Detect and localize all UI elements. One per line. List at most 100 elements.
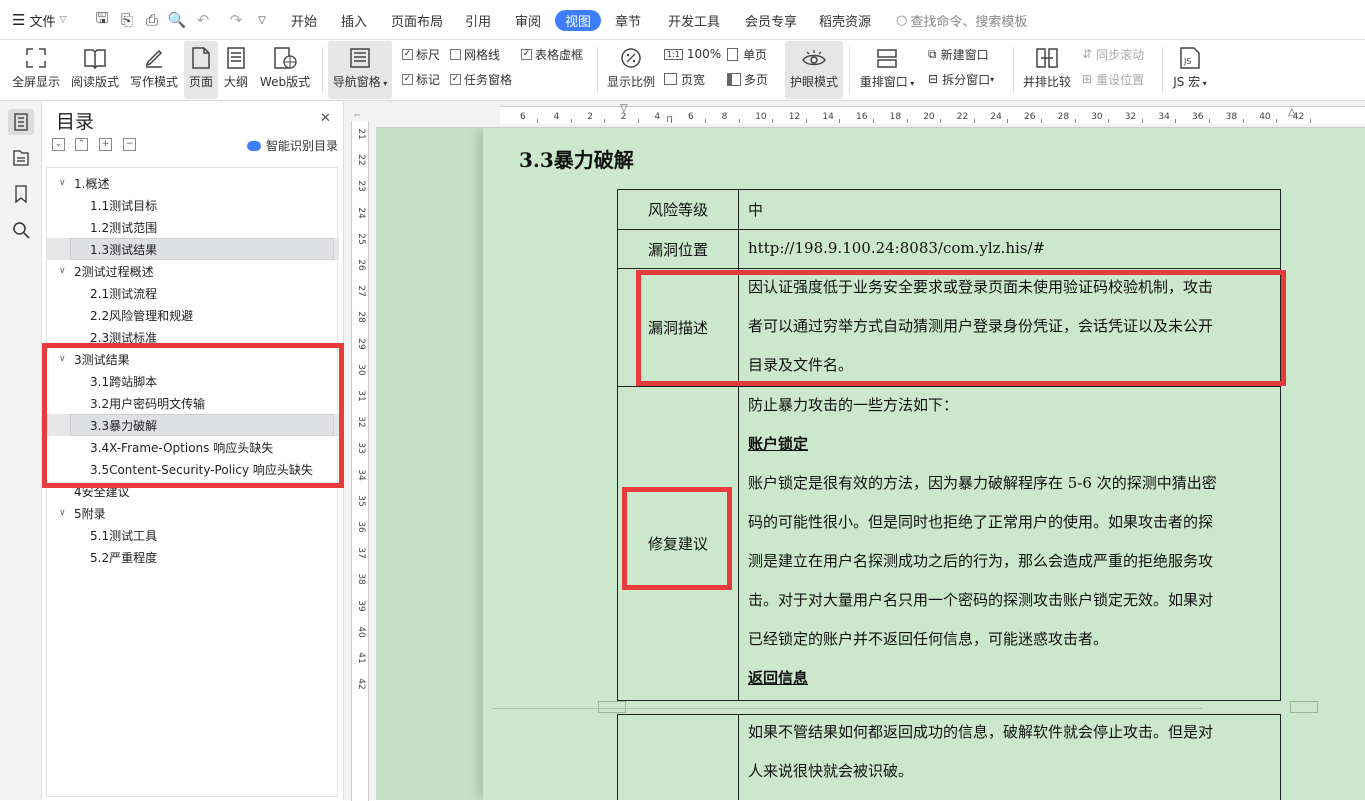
- fix-line: 击。对于对大量用户名只用一个密码的探测攻击账户锁定无效。如果对: [748, 591, 1214, 609]
- chevron-down-icon[interactable]: ∨: [59, 508, 66, 518]
- toc-item[interactable]: 5.2严重程度: [47, 546, 339, 568]
- tab-page-layout[interactable]: 页面布局: [391, 0, 443, 40]
- file-menu[interactable]: ☰ 文件 ▽: [12, 0, 66, 40]
- table-handle-icon[interactable]: [1290, 701, 1318, 713]
- nav-pane-button[interactable]: 导航窗格 ▾: [328, 41, 392, 99]
- ruler-number: 41: [356, 652, 366, 664]
- split-window-button[interactable]: ⊟ 拆分窗口 ▾: [928, 70, 994, 88]
- side-by-side-button[interactable]: 并排比较: [1020, 41, 1074, 99]
- marks-checkbox[interactable]: ✓ 标记: [402, 70, 440, 88]
- new-window-button[interactable]: ⧉ 新建窗口: [928, 45, 989, 63]
- toc-item[interactable]: 2.1测试流程: [47, 282, 339, 304]
- toc-panel-icon[interactable]: [8, 109, 34, 135]
- ribbon-divider: [1162, 47, 1163, 93]
- tab-stop-icon[interactable]: ⊓: [666, 115, 673, 125]
- ruler-checkbox[interactable]: ✓ 标尺: [402, 45, 440, 63]
- checkbox-checked-icon: ✓: [402, 48, 413, 60]
- table-gridlines-checkbox[interactable]: ✓ 表格虚框: [521, 45, 583, 63]
- print-preview-icon[interactable]: 🔍: [167, 0, 187, 40]
- writing-mode-button[interactable]: 写作模式: [128, 41, 180, 99]
- toc-item[interactable]: 1.2测试范围: [47, 216, 339, 238]
- ruler-number: 8: [721, 112, 728, 122]
- js-macro-icon: JS: [1179, 43, 1201, 73]
- ruler-number: 42: [356, 678, 366, 690]
- ruler-number: 21: [356, 128, 366, 140]
- toc-item[interactable]: ∨ 1.概述: [47, 172, 339, 194]
- table-gridlines-label: 表格虚框: [535, 47, 584, 62]
- toc-item[interactable]: ∨ 2测试过程概述: [47, 260, 339, 282]
- tab-developer[interactable]: 开发工具: [668, 0, 720, 40]
- ruler-tick: [839, 119, 841, 123]
- redo-icon[interactable]: ↷: [226, 0, 246, 40]
- eye-protection-button[interactable]: 护眼模式: [785, 41, 843, 99]
- table-border: [617, 714, 618, 800]
- tab-member[interactable]: 会员专享: [745, 0, 797, 40]
- toc-item[interactable]: 1.3测试结果: [47, 238, 339, 260]
- outline-button[interactable]: 大纲: [220, 41, 252, 99]
- smart-toc-button[interactable]: 智能识别目录: [247, 137, 338, 154]
- tab-references[interactable]: 引用: [465, 0, 491, 40]
- chapter-nav-icon[interactable]: [8, 145, 34, 171]
- export-pdf-icon[interactable]: ⎘: [117, 0, 137, 40]
- gridlines-label: 网格线: [464, 47, 501, 62]
- tab-chapter[interactable]: 章节: [615, 0, 641, 40]
- table-handle-icon[interactable]: [598, 701, 626, 713]
- expand-up-icon[interactable]: ⌃: [75, 138, 88, 151]
- tab-review[interactable]: 审阅: [515, 0, 541, 40]
- sync-scroll-button[interactable]: ⇵ 同步滚动: [1082, 45, 1144, 63]
- toc-item[interactable]: 1.1测试目标: [47, 194, 339, 216]
- zoom-100-button[interactable]: 1:1 100%: [664, 45, 721, 63]
- indent-marker-icon[interactable]: ▽: [620, 103, 628, 114]
- multi-page-button[interactable]: 多页: [727, 70, 768, 88]
- toc-item[interactable]: 2.2风险管理和规避: [47, 304, 339, 326]
- ruler-tick: [1276, 119, 1278, 123]
- annotation-highlight-box: [636, 270, 1286, 386]
- page-width-button[interactable]: 页宽: [664, 70, 705, 88]
- right-indent-marker-icon[interactable]: △: [1288, 107, 1296, 118]
- single-page-button[interactable]: 单页: [727, 45, 767, 63]
- chevron-down-icon[interactable]: ∨: [59, 178, 66, 188]
- sync-scroll-label: 同步滚动: [1096, 47, 1145, 62]
- task-pane-checkbox[interactable]: ✓ 任务窗格: [450, 70, 512, 88]
- save-icon[interactable]: 🖫: [92, 0, 112, 40]
- gridlines-checkbox[interactable]: 网格线: [450, 45, 500, 63]
- ruler-number: 38: [1225, 112, 1238, 122]
- tab-start[interactable]: 开始: [291, 0, 317, 40]
- ruler-number: 40: [1259, 112, 1271, 122]
- ruler-number: 35: [356, 495, 366, 507]
- ruler-number: 4: [654, 112, 661, 122]
- tab-docer[interactable]: 稻壳资源: [819, 0, 871, 40]
- add-heading-icon[interactable]: +: [99, 138, 112, 151]
- reading-mode-button[interactable]: 阅读版式: [70, 41, 120, 99]
- quick-access-more-icon[interactable]: ▽: [252, 0, 272, 40]
- ruler-number: 28: [356, 311, 366, 324]
- ruler-number: 6: [520, 112, 526, 122]
- page-view-button[interactable]: 页面: [184, 41, 218, 99]
- web-layout-button[interactable]: Web版式: [256, 41, 314, 99]
- arrange-window-button[interactable]: 重排窗口 ▾: [856, 41, 918, 99]
- search-icon[interactable]: [8, 217, 34, 243]
- bookmark-icon[interactable]: [8, 181, 34, 207]
- ruler-number: 32: [1124, 112, 1137, 122]
- close-icon[interactable]: ✕: [320, 111, 331, 126]
- toc-item[interactable]: ∨ 5附录: [47, 502, 339, 524]
- reset-position-button[interactable]: ⊞ 重设位置: [1082, 70, 1144, 88]
- command-search[interactable]: ○ 查找命令、搜索模板: [896, 0, 1027, 40]
- fullscreen-button[interactable]: 全屏显示: [10, 41, 62, 99]
- js-macro-button[interactable]: JS JS 宏 ▾: [1168, 41, 1212, 99]
- toc-item[interactable]: 5.1测试工具: [47, 524, 339, 546]
- tab-insert[interactable]: 插入: [341, 0, 367, 40]
- toc-item-label: 2.2风险管理和规避: [90, 308, 194, 323]
- chevron-down-icon[interactable]: ∨: [59, 266, 66, 276]
- web-label: Web版式: [259, 75, 311, 89]
- ruler-number: 10: [755, 112, 767, 122]
- split-window-icon: ⊟: [928, 72, 939, 86]
- undo-icon[interactable]: ↶: [193, 0, 213, 40]
- collapse-all-icon[interactable]: ⌄: [52, 138, 65, 151]
- next-page-line: 如果不管结果如何都返回成功的信息，破解软件就会停止攻击。但是对: [748, 723, 1214, 741]
- zoom-button[interactable]: 显示比例: [604, 41, 658, 99]
- tab-view[interactable]: 视图: [555, 10, 602, 31]
- remove-heading-icon[interactable]: −: [123, 138, 136, 151]
- print-icon[interactable]: ⎙: [142, 0, 162, 40]
- fix-line: 账户锁定是很有效的方法，因为暴力破解程序在 5-6 次的探测中猜出密: [748, 474, 1217, 492]
